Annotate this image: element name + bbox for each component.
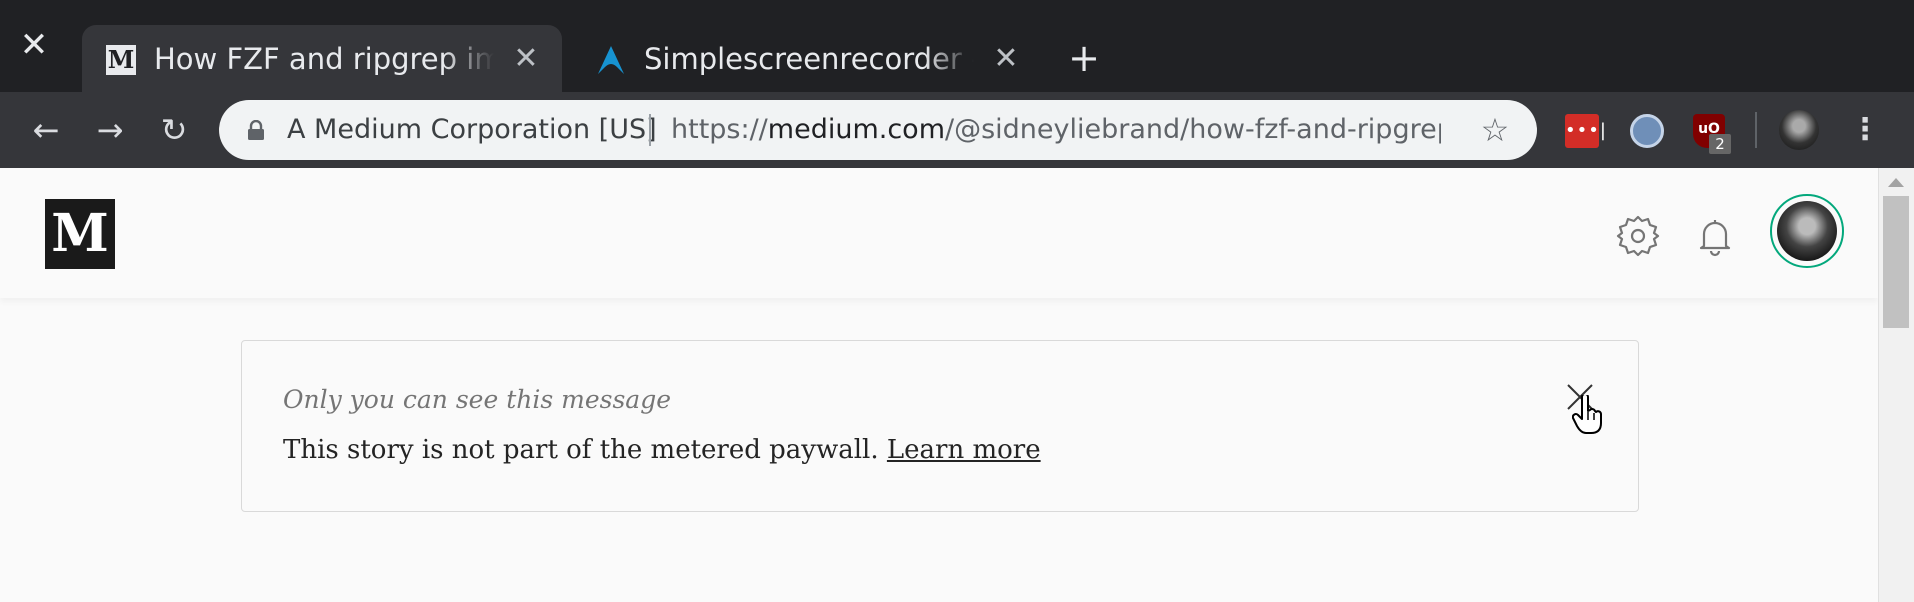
new-tab-icon[interactable]: + xyxy=(1066,39,1102,77)
user-avatar[interactable] xyxy=(1770,194,1844,268)
tab-close-icon[interactable]: ✕ xyxy=(990,43,1022,75)
tab-simplescreenrecorder[interactable]: Simplescreenrecorder - en ✕ xyxy=(572,25,1042,92)
notice-text: This story is not part of the metered pa… xyxy=(283,435,879,465)
settings-gear-icon[interactable] xyxy=(1614,212,1662,260)
page-content: M Only you can see this message This sto… xyxy=(0,168,1878,602)
tab-medium[interactable]: M How FZF and ripgrep improved my workfl… xyxy=(82,25,562,92)
medium-header: M xyxy=(0,168,1878,298)
tab-strip: ✕ M How FZF and ripgrep improved my work… xyxy=(0,0,1914,94)
paywall-notice: Only you can see this message This story… xyxy=(241,340,1639,512)
url-host: medium.com xyxy=(767,114,945,145)
scroll-thumb[interactable] xyxy=(1883,196,1909,328)
medium-favicon-icon: M xyxy=(106,45,136,75)
medium-logo[interactable]: M xyxy=(45,199,115,269)
address-bar[interactable]: A Medium Corporation [US] https://medium… xyxy=(219,100,1537,160)
scroll-up-arrow-icon[interactable] xyxy=(1888,178,1904,187)
avatar-image xyxy=(1777,201,1837,261)
browser-toolbar: ← → ↻ A Medium Corporation [US] https://… xyxy=(0,92,1914,168)
lastpass-extension-icon[interactable]: •••| xyxy=(1565,114,1606,148)
forward-icon[interactable]: → xyxy=(88,108,132,152)
browser-profile-avatar[interactable] xyxy=(1779,110,1819,150)
toolbar-divider xyxy=(1755,112,1757,148)
ublock-extension-icon[interactable]: uO 2 xyxy=(1693,114,1731,154)
tab-title: How FZF and ripgrep improved my workflow xyxy=(154,42,494,76)
hand-pointer-icon xyxy=(1571,393,1604,435)
arch-linux-icon xyxy=(596,45,626,75)
browser-menu-icon[interactable]: ⋮ xyxy=(1850,110,1880,150)
certificate-organization: A Medium Corporation [US] xyxy=(287,114,657,145)
tab-close-icon[interactable]: ✕ xyxy=(510,43,542,75)
notifications-bell-icon[interactable] xyxy=(1691,212,1739,260)
ublock-badge: 2 xyxy=(1709,134,1731,154)
url-path: /@sidneyliebrand/how-fzf-and-ripgrep-... xyxy=(945,114,1441,145)
round-extension-icon[interactable] xyxy=(1630,114,1664,148)
lock-icon[interactable] xyxy=(247,119,265,140)
tab-title: Simplescreenrecorder - en xyxy=(644,42,974,76)
url-text: https://medium.com/@sidneyliebrand/how-f… xyxy=(671,112,1441,148)
notice-body: This story is not part of the metered pa… xyxy=(283,435,1041,465)
notice-title: Only you can see this message xyxy=(283,385,671,414)
page-scrollbar[interactable] xyxy=(1878,168,1914,602)
url-scheme: https:// xyxy=(671,114,768,145)
back-icon[interactable]: ← xyxy=(24,108,68,152)
reload-icon[interactable]: ↻ xyxy=(152,108,196,152)
learn-more-link[interactable]: Learn more xyxy=(887,435,1041,465)
window-close-icon[interactable]: ✕ xyxy=(16,27,52,63)
bookmark-star-icon[interactable]: ☆ xyxy=(1477,112,1513,148)
omnibox-divider xyxy=(649,114,651,146)
